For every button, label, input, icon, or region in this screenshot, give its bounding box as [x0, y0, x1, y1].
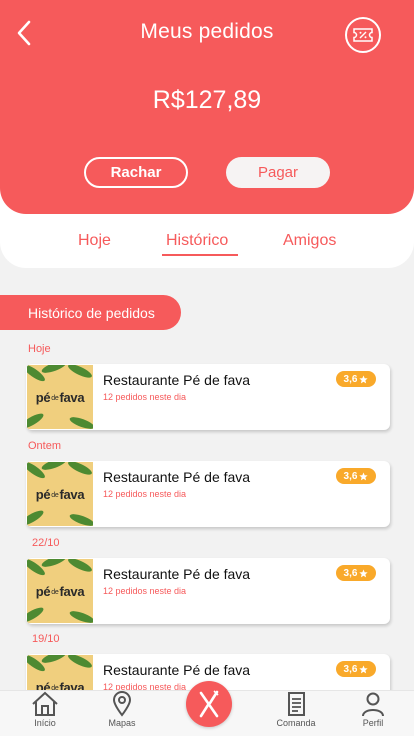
restaurant-logo: pédefava: [27, 462, 93, 526]
tab-friends[interactable]: Amigos: [283, 232, 336, 250]
coupon-button[interactable]: [345, 17, 381, 53]
order-count: 12 pedidos neste dia: [103, 392, 187, 402]
restaurant-name: Restaurante Pé de fava: [103, 662, 251, 678]
order-card[interactable]: pédefava Restaurante Pé de fava 12 pedid…: [26, 364, 390, 430]
date-label: Hoje: [28, 343, 51, 355]
nav-home[interactable]: Início: [29, 691, 61, 728]
nav-comanda[interactable]: Comanda: [272, 691, 320, 728]
active-tab-indicator: [162, 254, 238, 256]
rating-badge: 3,6: [336, 371, 376, 387]
user-icon: [362, 692, 384, 717]
rating-badge: 3,6: [336, 661, 376, 677]
restaurant-name: Restaurante Pé de fava: [103, 372, 251, 388]
date-label: 19/10: [32, 633, 60, 645]
map-pin-icon: [112, 691, 132, 717]
ticket-icon: [353, 28, 373, 42]
total-amount: R$127,89: [152, 86, 262, 114]
home-icon: [32, 691, 58, 716]
header: Meus pedidos R$127,89 Rachar Pagar: [0, 0, 414, 214]
tab-today[interactable]: Hoje: [78, 232, 111, 250]
order-card[interactable]: pédefava Restaurante Pé de fava 12 pedid…: [26, 461, 390, 527]
restaurant-name: Restaurante Pé de fava: [103, 469, 251, 485]
star-icon: [359, 374, 369, 383]
rating-badge: 3,6: [336, 468, 376, 484]
star-icon: [359, 568, 369, 577]
restaurant-logo: pédefava: [27, 559, 93, 623]
date-label: 22/10: [32, 537, 60, 549]
split-button[interactable]: Rachar: [84, 157, 188, 188]
nav-maps[interactable]: Mapas: [105, 691, 139, 728]
restaurant-name: Restaurante Pé de fava: [103, 566, 251, 582]
star-icon: [359, 471, 369, 480]
utensils-icon: [199, 690, 219, 718]
section-title: Histórico de pedidos: [0, 295, 181, 330]
order-count: 12 pedidos neste dia: [103, 586, 187, 596]
rating-badge: 3,6: [336, 565, 376, 581]
restaurant-logo: pédefava: [27, 365, 93, 429]
date-label: Ontem: [28, 440, 62, 452]
menu-fab-button[interactable]: [186, 681, 232, 727]
star-icon: [359, 664, 369, 673]
document-icon: [288, 692, 305, 716]
tab-history[interactable]: Histórico: [166, 232, 228, 250]
pay-button[interactable]: Pagar: [226, 157, 330, 188]
order-card[interactable]: pédefava Restaurante Pé de fava 12 pedid…: [26, 558, 390, 624]
order-count: 12 pedidos neste dia: [103, 489, 187, 499]
nav-profile[interactable]: Perfil: [358, 691, 388, 728]
